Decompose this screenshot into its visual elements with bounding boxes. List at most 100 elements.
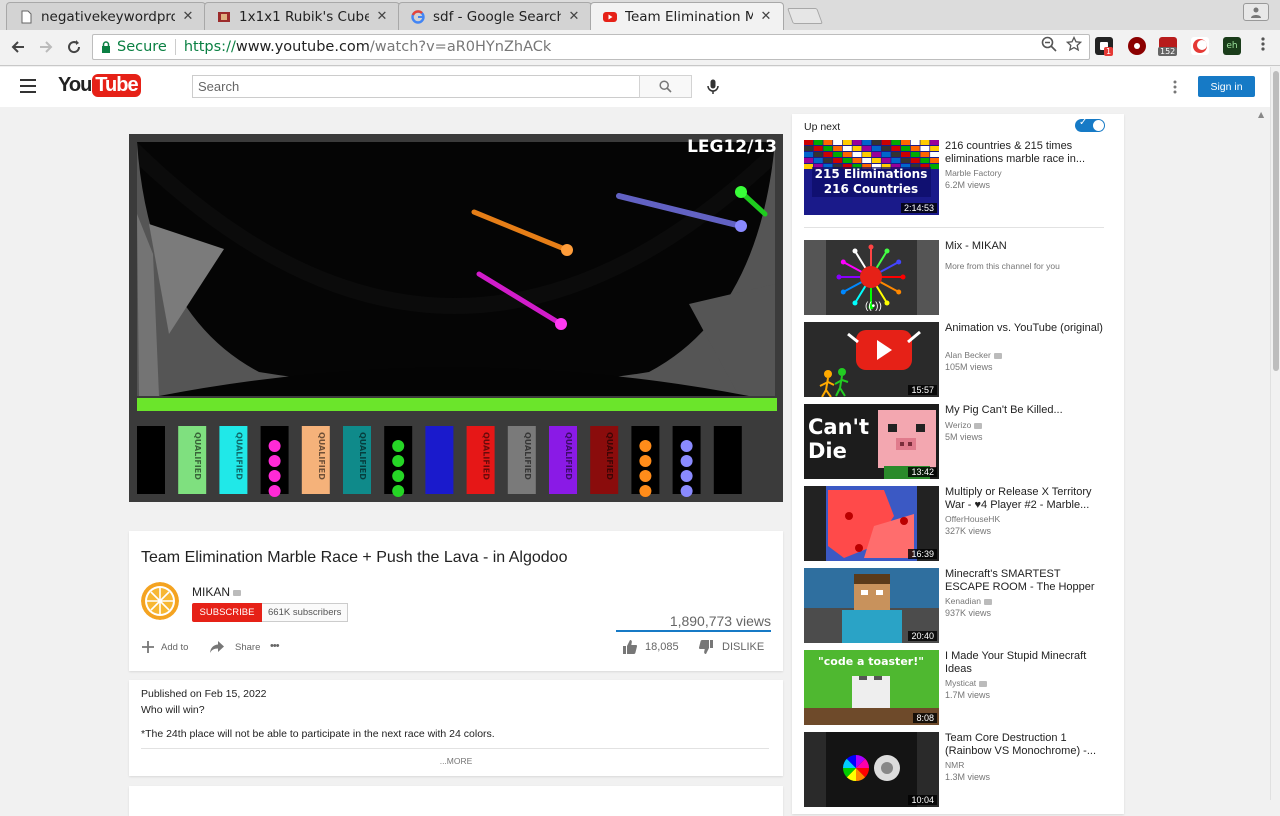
extension-icon-eh[interactable]: eh [1223, 37, 1241, 55]
flag-tile [833, 152, 843, 157]
flag-tile [930, 146, 939, 151]
video-title[interactable]: 216 countries & 215 times eliminations m… [945, 140, 1105, 166]
video-title[interactable]: Animation vs. YouTube (original) [945, 322, 1105, 335]
channel-name[interactable]: OfferHouseHK [945, 514, 1000, 524]
marble [268, 455, 281, 467]
video-thumbnail[interactable]: 215 Eliminations 216 Countries 2:14:53 [804, 140, 939, 215]
video-player[interactable]: QUALIFIED QUALIFIED QUALIFIED QUALIFIED QUAL… [129, 134, 783, 502]
extension-icon-4[interactable] [1191, 37, 1209, 55]
thumb-caption: 216 Countries [824, 182, 918, 196]
video-thumbnail[interactable]: Can't Die 13:42 [804, 404, 939, 479]
flag-tile [930, 164, 939, 169]
chrome-menu-button[interactable] [1254, 35, 1272, 53]
video-frame: QUALIFIED QUALIFIED QUALIFIED QUALIFIED QUAL… [129, 134, 783, 502]
scroll-thumb[interactable] [1273, 71, 1279, 371]
show-more-button[interactable]: ...MORE [129, 756, 783, 766]
menu-icon[interactable] [20, 79, 36, 93]
tab-title: negativekeywordpro [41, 8, 175, 25]
address-bar[interactable]: Secure https:// www.youtube.com /watch?v… [92, 34, 1090, 60]
crescent-icon [1193, 39, 1207, 53]
share-icon [210, 641, 224, 653]
tab-google-search[interactable]: sdf - Google Search ✕ [398, 2, 592, 30]
tab-team-elimination[interactable]: Team Elimination Ma ✕ [590, 2, 784, 30]
video-title[interactable]: Multiply or Release X Territory War - ♥4… [945, 486, 1105, 512]
marble [639, 455, 652, 467]
reload-button[interactable] [63, 36, 85, 58]
like-button[interactable]: 18,085 [622, 640, 679, 654]
video-title[interactable]: Mix - MIKAN [945, 240, 1105, 253]
back-button[interactable] [7, 36, 29, 58]
page-scrollbar[interactable] [1270, 67, 1280, 800]
channel-name[interactable]: Marble Factory [945, 168, 1002, 178]
add-to-button[interactable]: Add to [141, 640, 188, 654]
autoplay-toggle[interactable]: ✓ [1075, 117, 1105, 132]
recommended-video[interactable]: Can't Die 13:42 My Pig Can't Be Killed..… [804, 404, 1104, 480]
channel-name-text: Werizo [945, 420, 972, 430]
omnibox-divider [174, 39, 176, 55]
video-thumbnail[interactable]: "code a toaster!" 8:08 [804, 650, 939, 725]
tab-rubiks-cube[interactable]: 1x1x1 Rubik's Cube ✕ [204, 2, 400, 30]
recommended-video[interactable]: 10:04 Team Core Destruction 1 (Rainbow V… [804, 732, 1104, 808]
search-input[interactable]: Search [192, 75, 640, 98]
flag-tile [852, 158, 862, 163]
profile-button[interactable] [1243, 3, 1269, 21]
youtube-logo[interactable]: You Tube [58, 74, 141, 97]
dislike-button[interactable]: DISLIKE [699, 640, 764, 654]
qualified-label: QUALIFIED [564, 432, 573, 480]
forward-button[interactable] [35, 36, 57, 58]
extension-icon-1[interactable]: 1 [1095, 37, 1114, 56]
mic-button[interactable] [707, 79, 719, 99]
video-title[interactable]: My Pig Can't Be Killed... [945, 404, 1105, 417]
flag-tile [823, 158, 833, 163]
flag-tile [910, 158, 920, 163]
more-actions-button[interactable]: ••• [270, 640, 280, 652]
recommended-video[interactable]: "code a toaster!" 8:08 I Made Your Stupi… [804, 650, 1104, 726]
tab-close-icon[interactable]: ✕ [759, 9, 773, 24]
flag-tile [804, 164, 813, 169]
tab-close-icon[interactable]: ✕ [375, 9, 389, 24]
channel-name[interactable]: Kenadian [945, 596, 992, 606]
tab-negativekeywordpro[interactable]: negativekeywordpro ✕ [6, 2, 206, 30]
bookmark-button[interactable] [1065, 35, 1083, 53]
channel-name[interactable]: Werizo [945, 420, 983, 430]
search-button[interactable] [639, 75, 692, 98]
flag-tile [881, 140, 891, 145]
qualification-slots: QUALIFIED QUALIFIED QUALIFIED QUALIFIED QUAL… [137, 426, 742, 497]
channel-avatar[interactable] [141, 582, 179, 620]
zoom-button[interactable] [1040, 35, 1058, 53]
video-title[interactable]: Minecraft's SMARTEST ESCAPE ROOM - The H… [945, 568, 1105, 594]
recommended-mix[interactable]: ((•)) Mix - MIKAN More from this channel… [804, 240, 1104, 316]
extension-icon-3[interactable]: 152 [1158, 37, 1178, 56]
flag-tile [881, 146, 891, 151]
subscribe-button[interactable]: SUBSCRIBE [192, 603, 262, 622]
video-title[interactable]: Team Core Destruction 1 (Rainbow VS Mono… [945, 732, 1105, 758]
settings-more-button[interactable] [1172, 79, 1178, 99]
channel-name[interactable]: Mysticat [945, 678, 988, 688]
channel-name[interactable]: Alan Becker [945, 350, 1002, 360]
flag-tile [813, 146, 823, 151]
scroll-up-arrow-icon[interactable]: ▲ [1258, 110, 1264, 119]
tab-close-icon[interactable]: ✕ [181, 9, 195, 24]
comments-card [129, 786, 783, 816]
flag-tile [842, 158, 852, 163]
video-thumbnail[interactable]: 20:40 [804, 568, 939, 643]
magnifier-minus-icon [1041, 36, 1057, 52]
extension-icon-2[interactable] [1128, 37, 1146, 55]
recommended-video[interactable]: 16:39 Multiply or Release X Territory Wa… [804, 486, 1104, 562]
recommended-video[interactable]: 15:57 Animation vs. YouTube (original) A… [804, 322, 1104, 398]
video-thumbnail[interactable]: 16:39 [804, 486, 939, 561]
recommended-video[interactable]: 20:40 Minecraft's SMARTEST ESCAPE ROOM -… [804, 568, 1104, 644]
video-thumbnail[interactable]: 10:04 [804, 732, 939, 807]
share-button[interactable]: Share [209, 640, 260, 654]
video-thumbnail[interactable]: ((•)) [804, 240, 939, 315]
channel-name[interactable]: MIKAN [192, 585, 242, 599]
sign-in-button[interactable]: Sign in [1198, 76, 1255, 97]
new-tab-button[interactable] [787, 8, 823, 24]
video-thumbnail[interactable]: 15:57 [804, 322, 939, 397]
tab-close-icon[interactable]: ✕ [567, 9, 581, 24]
channel-name[interactable]: NMR [945, 760, 964, 770]
video-title[interactable]: I Made Your Stupid Minecraft Ideas [945, 650, 1105, 676]
logo-tube: Tube [92, 74, 141, 97]
url-scheme: https:// [183, 39, 236, 55]
recommended-video[interactable]: 215 Eliminations 216 Countries 2:14:53 2… [804, 140, 1104, 216]
